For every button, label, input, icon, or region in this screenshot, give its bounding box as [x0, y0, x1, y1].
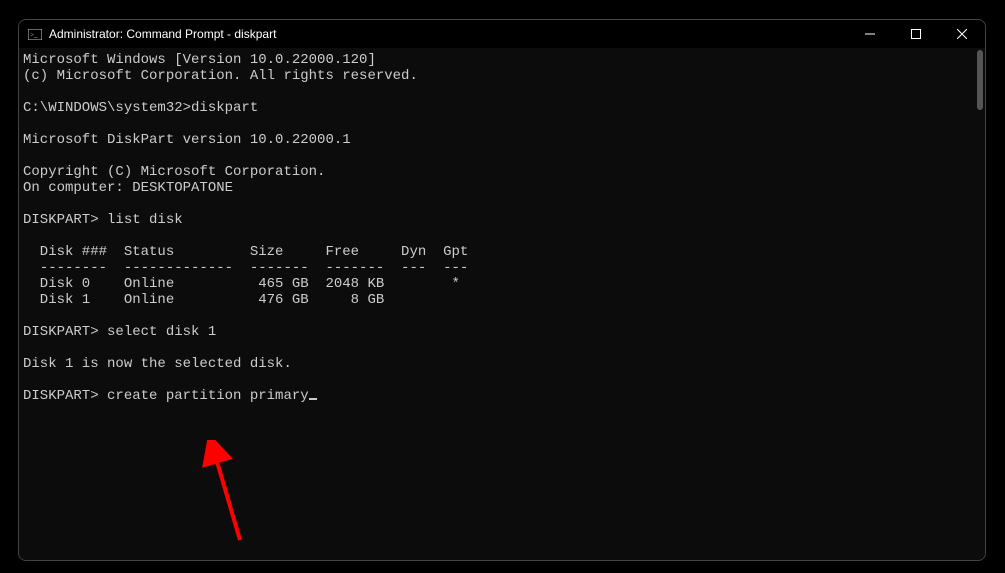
- maximize-button[interactable]: [893, 20, 939, 48]
- close-button[interactable]: [939, 20, 985, 48]
- minimize-button[interactable]: [847, 20, 893, 48]
- scrollbar[interactable]: [977, 50, 983, 110]
- terminal-line: On computer: DESKTOPATONE: [23, 180, 233, 196]
- svg-text:>_: >_: [30, 31, 38, 39]
- app-icon: >_: [27, 26, 43, 42]
- terminal-line: Disk 0 Online 465 GB 2048 KB *: [23, 276, 460, 292]
- terminal-line: DISKPART> list disk: [23, 212, 183, 228]
- command-prompt-window: >_ Administrator: Command Prompt - diskp…: [18, 19, 986, 561]
- terminal-line: Disk 1 is now the selected disk.: [23, 356, 292, 372]
- terminal-line: (c) Microsoft Corporation. All rights re…: [23, 68, 418, 84]
- window-controls: [847, 20, 985, 48]
- terminal-line: DISKPART> create partition primary: [23, 388, 309, 404]
- terminal-line: Disk ### Status Size Free Dyn Gpt: [23, 244, 468, 260]
- terminal-line: Microsoft DiskPart version 10.0.22000.1: [23, 132, 351, 148]
- titlebar[interactable]: >_ Administrator: Command Prompt - diskp…: [19, 20, 985, 48]
- text-cursor: [309, 398, 317, 400]
- terminal-line: C:\WINDOWS\system32>diskpart: [23, 100, 258, 116]
- terminal-line: -------- ------------- ------- ------- -…: [23, 260, 468, 276]
- terminal-line: DISKPART> select disk 1: [23, 324, 216, 340]
- terminal-line: Disk 1 Online 476 GB 8 GB: [23, 292, 384, 308]
- terminal-line: Copyright (C) Microsoft Corporation.: [23, 164, 325, 180]
- window-title: Administrator: Command Prompt - diskpart: [49, 27, 847, 41]
- terminal-area[interactable]: Microsoft Windows [Version 10.0.22000.12…: [19, 48, 985, 560]
- terminal-line: Microsoft Windows [Version 10.0.22000.12…: [23, 52, 376, 68]
